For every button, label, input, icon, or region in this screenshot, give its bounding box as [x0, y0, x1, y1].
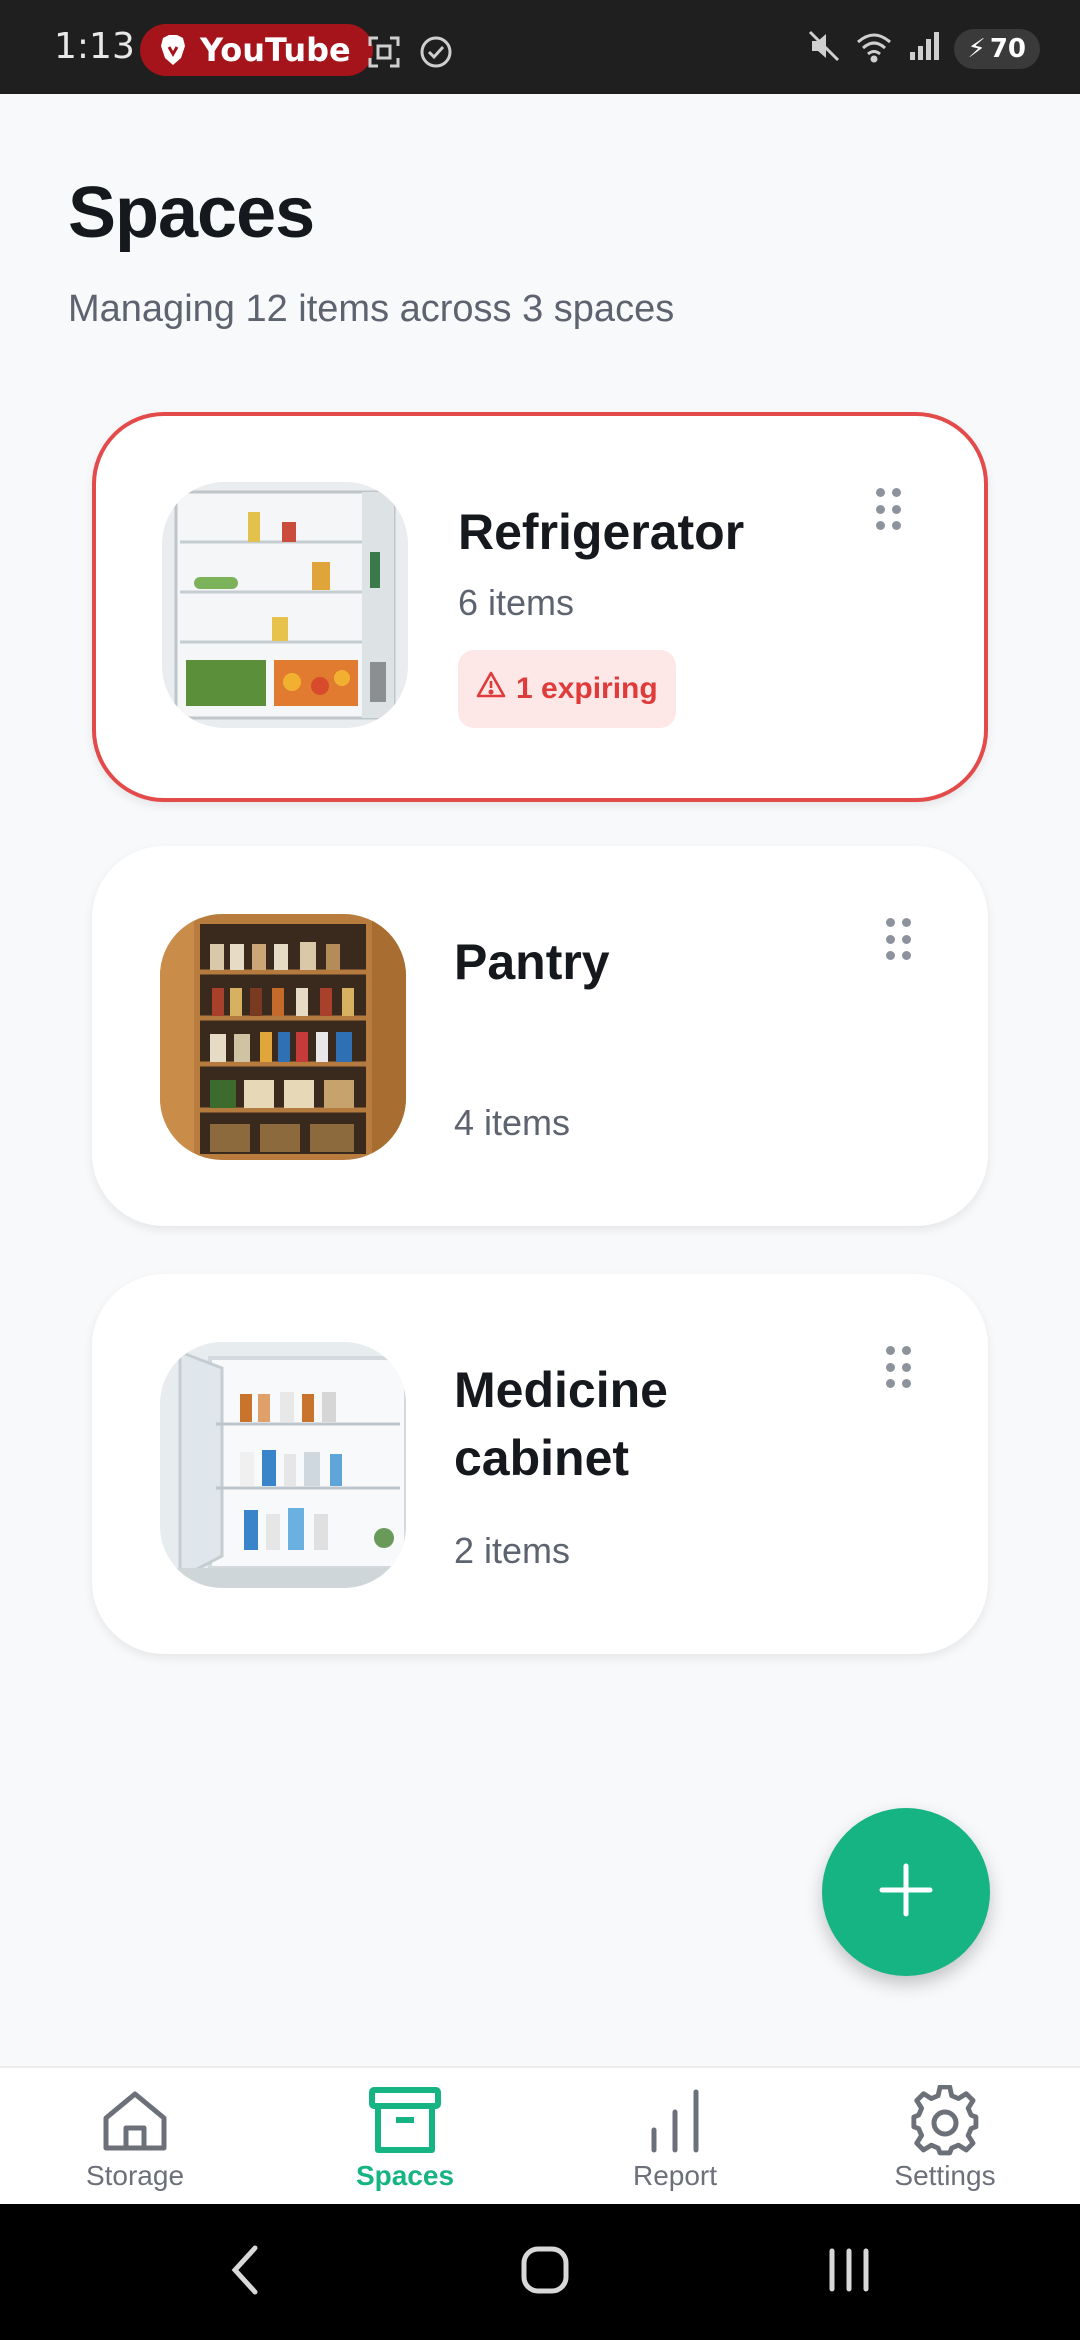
pantry-photo [160, 914, 406, 1160]
archive-box-icon [367, 2086, 443, 2156]
space-name: Medicine cabinet [454, 1362, 668, 1486]
home-icon [97, 2086, 173, 2156]
recents-button[interactable] [814, 2244, 884, 2300]
drag-handle-icon[interactable] [876, 488, 901, 532]
expiring-badge[interactable]: 1 expiring [458, 650, 676, 728]
back-chevron-icon [225, 2242, 265, 2303]
refrigerator-photo [162, 482, 408, 728]
add-space-button[interactable] [822, 1808, 990, 1976]
status-system-icons: ⚡ 70 [806, 28, 1040, 69]
active-app-label: YouTube [200, 31, 351, 69]
bottom-navigation: Storage Spaces Report Settings [0, 2066, 1080, 2204]
signal-icon [906, 28, 942, 69]
space-card-pantry[interactable]: Pantry 4 items [92, 846, 988, 1226]
status-notification-icons [366, 34, 454, 75]
page-subtitle: Managing 12 items across 3 spaces [68, 288, 675, 330]
nav-item-storage[interactable]: Storage [0, 2068, 270, 2206]
medicine-cabinet-photo [160, 1342, 406, 1588]
space-card-refrigerator[interactable]: Refrigerator 6 items 1 expiring [92, 412, 988, 802]
active-app-pill[interactable]: YouTube [140, 24, 373, 76]
home-button[interactable] [510, 2244, 580, 2300]
expiring-badge-label: 1 expiring [516, 672, 658, 705]
space-item-count: 4 items [454, 1102, 571, 1143]
nav-label: Storage [85, 2160, 185, 2191]
recents-icon [824, 2245, 874, 2300]
drag-handle-icon[interactable] [886, 1346, 911, 1390]
nav-item-spaces[interactable]: Spaces [270, 2068, 540, 2206]
nav-item-report[interactable]: Report [540, 2068, 810, 2206]
space-name: Refrigerator [458, 504, 745, 560]
plus-icon [876, 1860, 936, 1925]
space-name: Pantry [454, 934, 610, 990]
battery-level: 70 [989, 33, 1026, 64]
page-title: Spaces [68, 173, 315, 253]
battery-indicator: ⚡ 70 [953, 28, 1040, 69]
charging-bolt-icon: ⚡ [967, 33, 986, 64]
nav-item-settings[interactable]: Settings [810, 2068, 1080, 2206]
screenshot-icon [366, 34, 402, 75]
gear-icon [907, 2085, 983, 2156]
nav-label: Settings [894, 2160, 996, 2191]
check-circle-icon [418, 34, 454, 75]
nav-label: Report [632, 2160, 718, 2191]
back-button[interactable] [210, 2244, 280, 2300]
system-navigation-bar [0, 2204, 1080, 2340]
warning-triangle-icon [476, 670, 506, 708]
bar-chart-icon [637, 2086, 713, 2156]
drag-handle-icon[interactable] [886, 918, 911, 962]
space-item-count: 6 items [458, 582, 575, 623]
status-time: 1:13 [54, 26, 135, 67]
space-item-count: 2 items [454, 1530, 571, 1571]
mute-icon [806, 28, 842, 69]
wifi-icon [854, 28, 894, 69]
status-bar: 1:13 YouTube ⚡ 70 [0, 0, 1080, 94]
home-square-icon [520, 2245, 570, 2300]
brave-lion-icon [158, 34, 188, 66]
nav-label: Spaces [355, 2160, 455, 2191]
space-card-medicine-cabinet[interactable]: Medicine cabinet 2 items [92, 1274, 988, 1654]
